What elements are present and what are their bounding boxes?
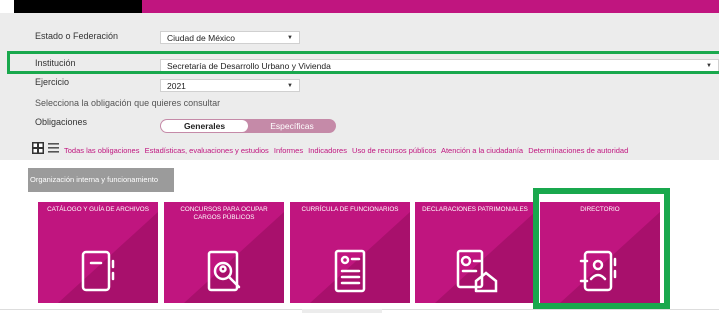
selecciona-instruction: Selecciona la obligación que quieres con… bbox=[35, 98, 221, 108]
ejercicio-select-value: 2021 bbox=[167, 81, 186, 91]
card-title: CONCURSOS PARA OCUPAR CARGOS PÚBLICOS bbox=[180, 206, 268, 221]
obligaciones-label: Obligaciones bbox=[35, 117, 88, 127]
bottom-tab-stub bbox=[302, 309, 382, 313]
grid-view-icon[interactable] bbox=[32, 142, 44, 154]
estado-select-value: Ciudad de México bbox=[167, 33, 236, 43]
chevron-down-icon: ▼ bbox=[287, 35, 293, 41]
header-bar-black bbox=[14, 0, 142, 13]
property-declaration-icon bbox=[456, 249, 498, 293]
header-bar-magenta bbox=[142, 0, 719, 13]
card-catalogo-archivos[interactable]: CATÁLOGO Y GUÍA DE ARCHIVOS bbox=[38, 202, 158, 303]
filter-link[interactable]: Informes bbox=[274, 146, 303, 155]
card-title: CURRÍCULA DE FUNCIONARIOS bbox=[301, 206, 399, 213]
card-title: CATÁLOGO Y GUÍA DE ARCHIVOS bbox=[47, 206, 149, 213]
card-title: DECLARACIONES PATRIMONIALES bbox=[422, 206, 528, 213]
list-view-icon[interactable] bbox=[48, 142, 59, 154]
estado-select[interactable]: Ciudad de México ▼ bbox=[160, 31, 300, 44]
filter-link[interactable]: Todas las obligaciones bbox=[64, 146, 139, 155]
filter-link[interactable]: Determinaciones de autoridad bbox=[528, 146, 628, 155]
card-curricula[interactable]: CURRÍCULA DE FUNCIONARIOS bbox=[290, 202, 410, 303]
directorio-highlight-annotation bbox=[533, 188, 670, 309]
toggle-especificas[interactable]: Específicas bbox=[248, 120, 336, 132]
filter-link[interactable]: Indicadores bbox=[308, 146, 347, 155]
chevron-down-icon: ▼ bbox=[287, 83, 293, 89]
ejercicio-select[interactable]: 2021 ▼ bbox=[160, 79, 300, 92]
card-concursos[interactable]: CONCURSOS PARA OCUPAR CARGOS PÚBLICOS bbox=[164, 202, 284, 303]
filter-link[interactable]: Atención a la ciudadanía bbox=[441, 146, 523, 155]
institucion-highlight-annotation bbox=[7, 51, 719, 74]
toggle-generales[interactable]: Generales bbox=[161, 120, 248, 132]
estado-label: Estado o Federación bbox=[35, 31, 119, 41]
filter-link[interactable]: Estadísticas, evaluaciones y estudios bbox=[145, 146, 269, 155]
tab-organizacion-interna[interactable]: Organización interna y funcionamiento bbox=[28, 168, 174, 192]
notebook-icon bbox=[81, 250, 115, 292]
obligation-filter-links: Todas las obligaciones Estadísticas, eva… bbox=[64, 146, 719, 158]
ejercicio-label: Ejercicio bbox=[35, 77, 70, 87]
resume-icon bbox=[334, 249, 366, 293]
document-search-icon bbox=[207, 250, 241, 292]
filter-link[interactable]: Uso de recursos públicos bbox=[352, 146, 436, 155]
card-declaraciones[interactable]: DECLARACIONES PATRIMONIALES bbox=[415, 202, 535, 303]
